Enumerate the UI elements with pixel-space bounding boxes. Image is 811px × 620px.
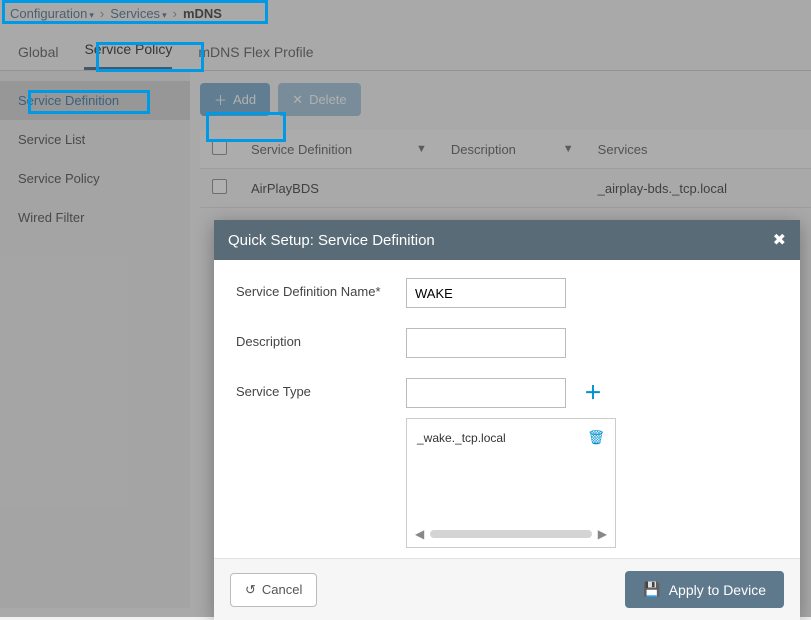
delete-button[interactable]: ✕ Delete <box>278 83 360 116</box>
apply-button-label: Apply to Device <box>669 582 766 598</box>
crumb-services[interactable]: Services▾ <box>110 6 166 21</box>
scroll-right-icon[interactable]: ▶ <box>598 527 607 541</box>
description-input[interactable] <box>406 328 566 358</box>
label-service-type: Service Type <box>236 378 406 399</box>
scroll-track[interactable] <box>430 530 592 538</box>
label-description: Description <box>236 328 406 349</box>
service-type-list: _wake._tcp.local 🗑 ◀ ▶ <box>406 418 616 548</box>
apply-button[interactable]: 💾 Apply to Device <box>625 571 784 608</box>
trash-icon[interactable]: 🗑 <box>587 429 605 446</box>
tab-global[interactable]: Global <box>18 44 58 70</box>
filter-icon[interactable]: ▼ <box>416 143 427 155</box>
list-item[interactable]: _wake._tcp.local 🗑 <box>407 419 615 456</box>
cell-services: _airplay-bds._tcp.local <box>586 169 811 208</box>
tab-mdns-flex[interactable]: mDNS Flex Profile <box>198 44 313 70</box>
table-row[interactable]: AirPlayBDS _airplay-bds._tcp.local <box>200 169 811 208</box>
select-all-checkbox[interactable] <box>212 140 227 155</box>
add-button[interactable]: ＋ Add <box>200 83 270 116</box>
undo-icon: ↺ <box>245 582 256 598</box>
caret-down-icon: ▾ <box>89 10 94 20</box>
crumb-mdns: mDNS <box>183 6 222 21</box>
close-icon: ✕ <box>292 92 303 108</box>
add-service-type-button[interactable]: ＋ <box>584 378 602 408</box>
sidebar-item-wired-filter[interactable]: Wired Filter <box>0 198 190 237</box>
breadcrumb: Configuration▾ › Services▾ › mDNS <box>0 0 811 27</box>
filter-icon[interactable]: ▼ <box>563 143 574 155</box>
col-services: Services <box>598 142 648 157</box>
scroll-left-icon[interactable]: ◀ <box>415 527 424 541</box>
col-service-definition: Service Definition <box>251 142 352 157</box>
chevron-right-icon: › <box>100 6 104 21</box>
row-checkbox[interactable] <box>212 179 227 194</box>
quick-setup-modal: Quick Setup: Service Definition ✖ Servic… <box>214 220 800 620</box>
crumb-configuration[interactable]: Configuration▾ <box>10 6 94 21</box>
save-icon: 💾 <box>643 581 660 598</box>
cell-name: AirPlayBDS <box>239 169 439 208</box>
service-definition-table: Service Definition ▼ Description ▼ Service… <box>200 130 811 208</box>
sidebar-item-label: Service Policy <box>18 171 100 186</box>
list-item-label: _wake._tcp.local <box>417 431 506 445</box>
sidebar-item-service-policy[interactable]: Service Policy <box>0 159 190 198</box>
sidebar: Service Definition Service List Service … <box>0 71 190 608</box>
horizontal-scrollbar[interactable]: ◀ ▶ <box>415 527 607 541</box>
cancel-button[interactable]: ↺ Cancel <box>230 573 317 607</box>
sidebar-item-service-definition[interactable]: Service Definition <box>0 81 190 120</box>
sidebar-item-label: Service Definition <box>18 93 119 108</box>
add-button-label: Add <box>233 92 256 107</box>
cancel-button-label: Cancel <box>262 582 302 597</box>
modal-title: Quick Setup: Service Definition <box>228 232 435 249</box>
cell-description <box>439 169 586 208</box>
sidebar-item-label: Service List <box>18 132 85 147</box>
tab-service-policy[interactable]: Service Policy <box>84 41 172 70</box>
sidebar-item-label: Wired Filter <box>18 210 84 225</box>
service-type-input[interactable] <box>406 378 566 408</box>
modal-header: Quick Setup: Service Definition ✖ <box>214 220 800 260</box>
delete-button-label: Delete <box>309 92 347 107</box>
sidebar-item-service-list[interactable]: Service List <box>0 120 190 159</box>
close-icon[interactable]: ✖ <box>773 230 786 250</box>
chevron-right-icon: › <box>173 6 177 21</box>
tab-bar: Global Service Policy mDNS Flex Profile <box>0 27 811 71</box>
col-description: Description <box>451 142 516 157</box>
label-service-definition-name: Service Definition Name* <box>236 278 406 299</box>
service-definition-name-input[interactable] <box>406 278 566 308</box>
plus-icon: ＋ <box>214 90 227 109</box>
caret-down-icon: ▾ <box>162 10 167 20</box>
